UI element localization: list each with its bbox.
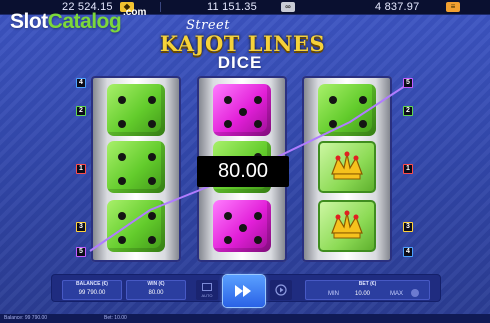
gamble-button[interactable] [270, 280, 292, 300]
die-pip [329, 120, 337, 128]
bet-max-button[interactable]: MAX [390, 291, 403, 297]
fast-forward-icon-2 [243, 285, 251, 297]
line-marker-left-2: 2 [76, 106, 86, 116]
balance-box: BALANCE (€) 99 790.00 [62, 280, 122, 300]
reel-1-symbol-1 [107, 84, 165, 136]
win-amount-display: 80.00 [197, 156, 289, 187]
reel-3-symbol-3 [318, 200, 376, 252]
footer-bar: Balance: 99 790.00 Bet: 10.00 [0, 314, 490, 323]
line-marker-left-4: 3 [76, 222, 86, 232]
watermark-catalog: Catalog [47, 10, 122, 33]
gold-jackpot-value: 11 151.35 [207, 1, 257, 13]
line-marker-right-5: 4 [403, 247, 413, 257]
divider [160, 2, 161, 12]
silver-jackpot-icon: ∞ [281, 2, 295, 12]
win-box: WIN (€) 80.00 [126, 280, 186, 300]
die-pip [359, 120, 367, 128]
fast-forward-icon [235, 285, 243, 297]
reel-3-symbol-2 [318, 141, 376, 193]
line-marker-right-2: 2 [403, 106, 413, 116]
magenta-die-5-icon [213, 84, 271, 136]
die-pip [118, 96, 126, 104]
line-marker-left-1: 4 [76, 78, 86, 88]
win-value: 80.00 [148, 290, 164, 296]
die-pip [254, 212, 262, 220]
die-pip [148, 236, 156, 244]
autoplay-button[interactable]: AUTO [196, 280, 218, 300]
green-die-4-icon [107, 200, 165, 252]
footer-balance: Balance: 99 790.00 [4, 315, 48, 321]
watermark-logo: SlotCatalog [10, 10, 122, 34]
balance-value: 99 790.00 [78, 290, 106, 296]
title-sub: DICE [217, 53, 263, 72]
die-pip [224, 96, 232, 104]
bet-plus-icon[interactable] [411, 289, 419, 297]
menu-icon[interactable]: ≡ [446, 2, 460, 12]
line-marker-right-3: 1 [403, 164, 413, 174]
reel-2-symbol-3 [213, 200, 271, 252]
jester-icon [318, 141, 376, 193]
autoplay-label: AUTO [201, 293, 213, 298]
die-pip [254, 236, 262, 244]
die-pip [118, 120, 126, 128]
reel-1-symbol-3 [107, 200, 165, 252]
footer-bet: Bet: 10.00 [104, 315, 127, 321]
die-pip [224, 236, 232, 244]
bet-min-button[interactable]: MIN [328, 291, 339, 297]
reel-3-symbol-1 [318, 84, 376, 136]
line-marker-right-4: 3 [403, 222, 413, 232]
die-pip [329, 96, 337, 104]
die-pip [254, 120, 262, 128]
die-pip [148, 120, 156, 128]
jester-icon [318, 200, 376, 252]
spin-button[interactable] [223, 275, 265, 307]
bet-label: BET (€) [358, 281, 377, 287]
line-marker-left-3: 1 [76, 164, 86, 174]
green-die-4-icon [107, 84, 165, 136]
die-pip [148, 177, 156, 185]
watermark-slot: Slot [10, 10, 48, 33]
die-pip [148, 212, 156, 220]
die-pip [118, 212, 126, 220]
die-pip [254, 96, 262, 104]
die-pip [118, 153, 126, 161]
grid-icon [202, 283, 212, 291]
die-pip [239, 108, 247, 116]
die-pip [224, 120, 232, 128]
line-marker-right-1: 5 [403, 78, 413, 88]
reel-2-symbol-1 [213, 84, 271, 136]
die-pip [148, 96, 156, 104]
watermark-domain: .com [123, 7, 147, 18]
play-circle-icon [275, 284, 287, 296]
reel-1-symbol-2 [107, 141, 165, 193]
balance-label: BALANCE (€) [76, 281, 108, 287]
win-label: WIN (€) [147, 281, 165, 287]
silver-jackpot-value: 4 837.97 [375, 1, 420, 13]
bet-value: 10.00 [355, 291, 371, 297]
line-marker-left-5: 5 [76, 247, 86, 257]
green-die-4-icon [107, 141, 165, 193]
die-pip [148, 153, 156, 161]
die-pip [359, 96, 367, 104]
green-die-4-icon [318, 84, 376, 136]
die-pip [118, 177, 126, 185]
die-pip [118, 236, 126, 244]
magenta-die-5-icon [213, 200, 271, 252]
die-pip [239, 224, 247, 232]
die-pip [224, 212, 232, 220]
